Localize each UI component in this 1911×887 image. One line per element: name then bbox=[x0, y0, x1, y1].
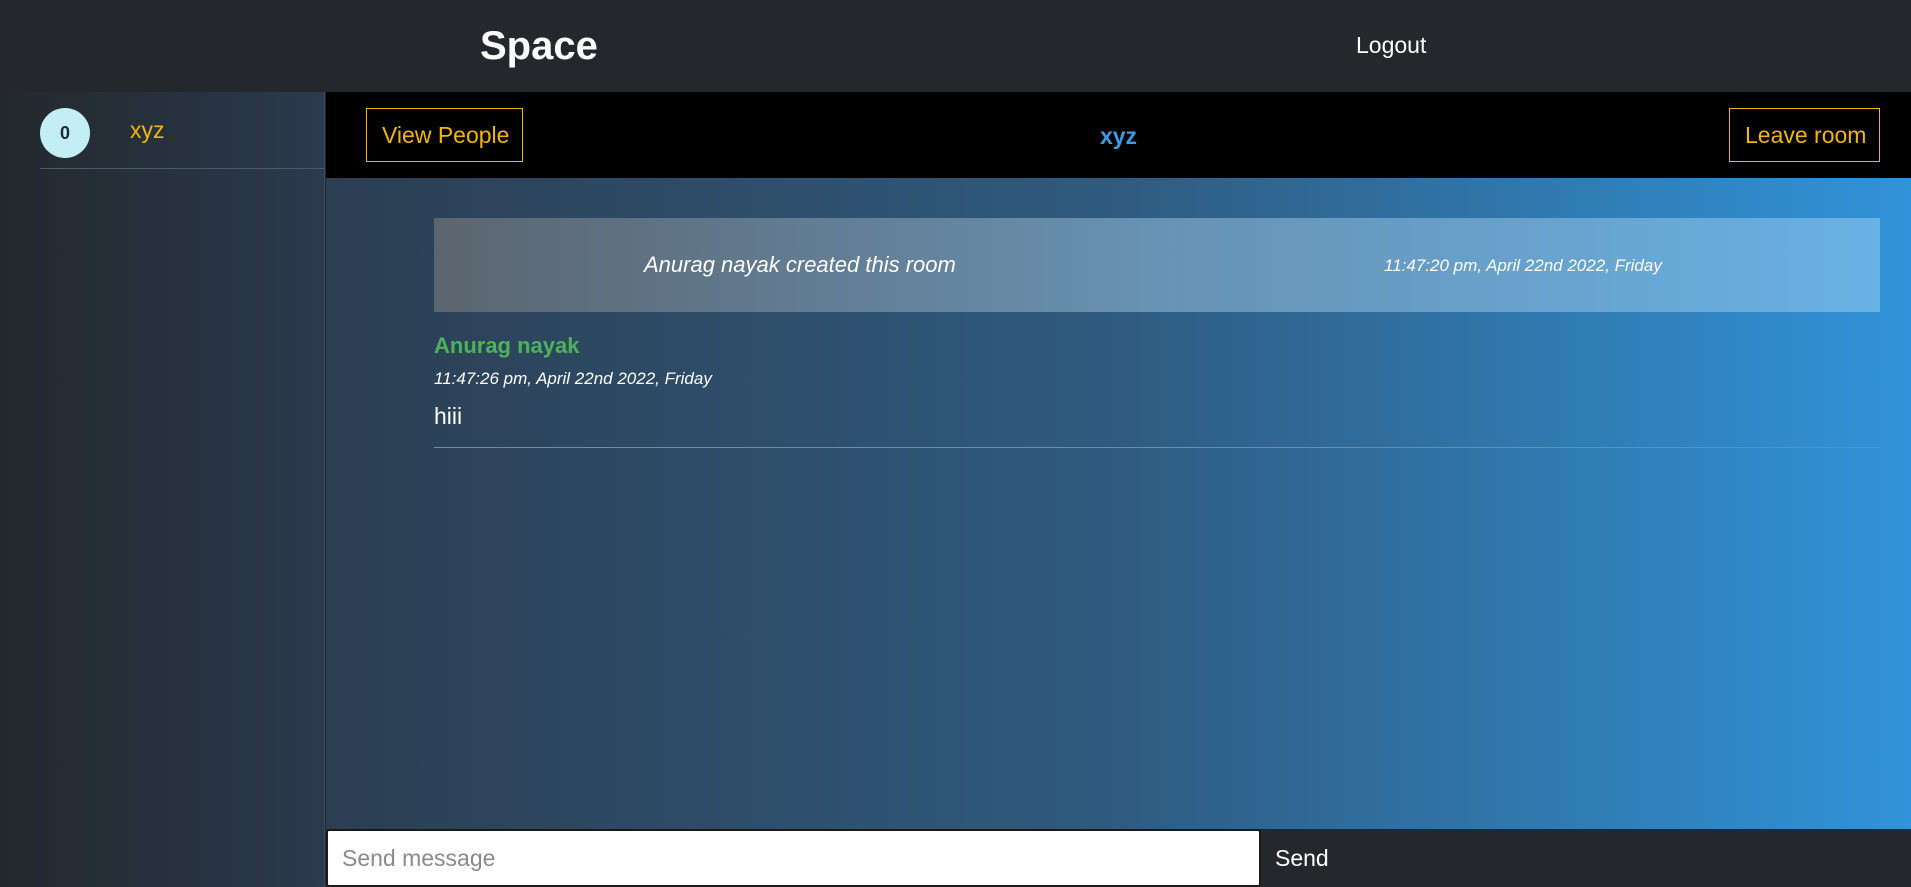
message-timestamp: 11:47:26 pm, April 22nd 2022, Friday bbox=[434, 369, 712, 388]
message-input[interactable] bbox=[326, 829, 1261, 887]
system-message-text: Anurag nayak created this room bbox=[644, 252, 956, 277]
room-unread-count-badge: 0 bbox=[40, 108, 90, 158]
top-navbar: Space Logout bbox=[0, 0, 1911, 92]
sidebar-room-item[interactable]: 0 xyz bbox=[40, 92, 325, 169]
message-composer: Send bbox=[326, 829, 1911, 887]
chat-message: Anurag nayak 11:47:26 pm, April 22nd 202… bbox=[434, 326, 1880, 448]
chat-panel: View People xyz Leave room Anurag nayak … bbox=[326, 92, 1911, 829]
system-message-time: 11:47:20 pm, April 22nd 2022, Friday bbox=[1384, 256, 1662, 275]
message-author: Anurag nayak bbox=[434, 333, 580, 358]
send-button[interactable]: Send bbox=[1275, 829, 1329, 887]
rooms-sidebar: 0 xyz bbox=[0, 92, 325, 887]
leave-room-button[interactable]: Leave room bbox=[1729, 108, 1880, 162]
system-message: Anurag nayak created this room 11:47:20 … bbox=[434, 218, 1880, 312]
room-name: xyz bbox=[130, 117, 165, 143]
logout-link[interactable]: Logout bbox=[1356, 31, 1426, 59]
message-text: hiii bbox=[434, 403, 463, 429]
app-brand[interactable]: Space bbox=[480, 22, 598, 70]
room-title: xyz bbox=[1099, 123, 1138, 149]
app: Space Logout 0 xyz View People xyz Leave… bbox=[0, 0, 1911, 887]
room-header: View People xyz Leave room bbox=[326, 92, 1911, 178]
